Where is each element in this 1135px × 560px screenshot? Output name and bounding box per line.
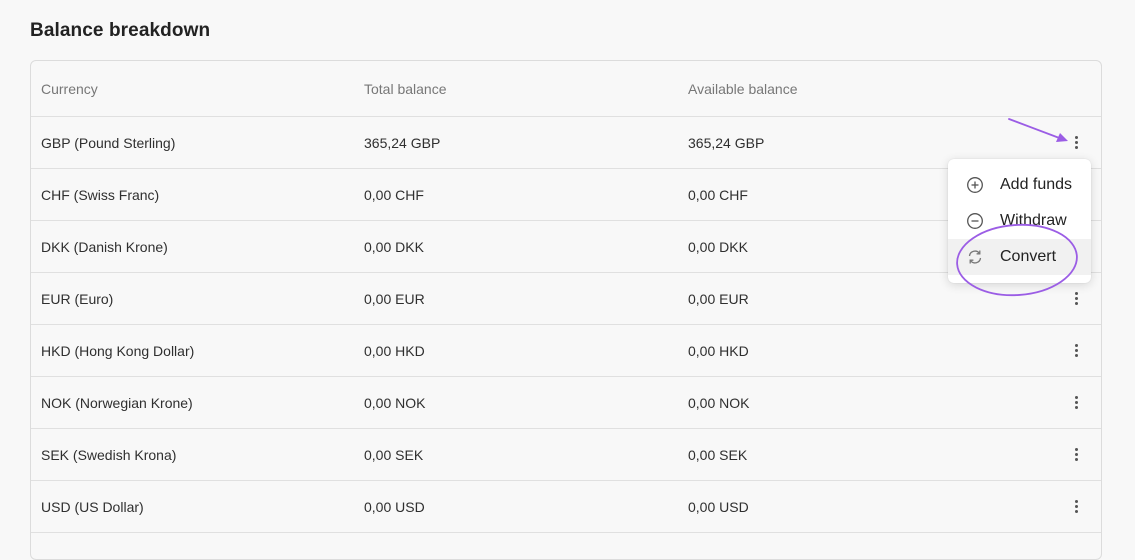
total-balance-cell: 0,00 SEK [364,446,424,463]
row-actions-kebab-icon[interactable] [1065,392,1087,414]
menu-item-withdraw[interactable]: Withdraw [948,203,1091,239]
total-balance-cell: 0,00 USD [364,498,425,515]
total-balance-cell: 0,00 EUR [364,290,425,307]
available-balance-cell: 0,00 SEK [688,446,748,463]
currency-cell: USD (US Dollar) [41,498,144,515]
row-actions-kebab-icon[interactable] [1065,340,1087,362]
available-balance-cell: 365,24 GBP [688,134,765,151]
currency-cell: DKK (Danish Krone) [41,238,168,255]
row-actions-kebab-icon[interactable] [1065,496,1087,518]
menu-item-label: Withdraw [1000,212,1067,229]
table-row: USD (US Dollar) 0,00 USD 0,00 USD [31,481,1101,533]
table-row: EUR (Euro) 0,00 EUR 0,00 EUR [31,273,1101,325]
available-balance-cell: 0,00 DKK [688,238,748,255]
row-actions-kebab-icon[interactable] [1065,132,1087,154]
table-row: SEK (Swedish Krona) 0,00 SEK 0,00 SEK [31,429,1101,481]
currency-cell: HKD (Hong Kong Dollar) [41,342,195,359]
currency-cell: NOK (Norwegian Krone) [41,394,193,411]
total-balance-cell: 0,00 NOK [364,394,426,411]
balance-table: Currency Total balance Available balance… [30,60,1102,560]
available-balance-cell: 0,00 EUR [688,290,749,307]
available-balance-cell: 0,00 NOK [688,394,750,411]
row-actions-kebab-icon[interactable] [1065,444,1087,466]
total-balance-cell: 0,00 DKK [364,238,424,255]
total-balance-cell: 365,24 GBP [364,134,441,151]
menu-item-convert[interactable]: Convert [948,239,1091,275]
currency-cell: EUR (Euro) [41,290,114,307]
page-title: Balance breakdown [30,20,211,41]
available-balance-cell: 0,00 HKD [688,342,749,359]
total-balance-cell: 0,00 CHF [364,186,424,203]
table-row: NOK (Norwegian Krone) 0,00 NOK 0,00 NOK [31,377,1101,429]
currency-cell: SEK (Swedish Krona) [41,446,177,463]
table-row: HKD (Hong Kong Dollar) 0,00 HKD 0,00 HKD [31,325,1101,377]
table-row: DKK (Danish Krone) 0,00 DKK 0,00 DKK [31,221,1101,273]
table-row: CHF (Swiss Franc) 0,00 CHF 0,00 CHF [31,169,1101,221]
plus-circle-icon [966,176,984,194]
row-actions-kebab-icon[interactable] [1065,288,1087,310]
header-total-balance: Total balance [364,80,447,97]
convert-arrows-icon [966,248,984,266]
minus-circle-icon [966,212,984,230]
row-actions-menu: Add funds Withdraw Convert [948,159,1091,283]
table-header-row: Currency Total balance Available balance [31,61,1101,117]
header-available-balance: Available balance [688,80,798,97]
available-balance-cell: 0,00 CHF [688,186,748,203]
available-balance-cell: 0,00 USD [688,498,749,515]
header-currency: Currency [41,80,98,97]
table-row: GBP (Pound Sterling) 365,24 GBP 365,24 G… [31,117,1101,169]
menu-item-label: Add funds [1000,176,1073,193]
currency-cell: GBP (Pound Sterling) [41,134,176,151]
menu-item-label: Convert [1000,248,1057,265]
currency-cell: CHF (Swiss Franc) [41,186,160,203]
menu-item-add-funds[interactable]: Add funds [948,167,1091,203]
total-balance-cell: 0,00 HKD [364,342,425,359]
